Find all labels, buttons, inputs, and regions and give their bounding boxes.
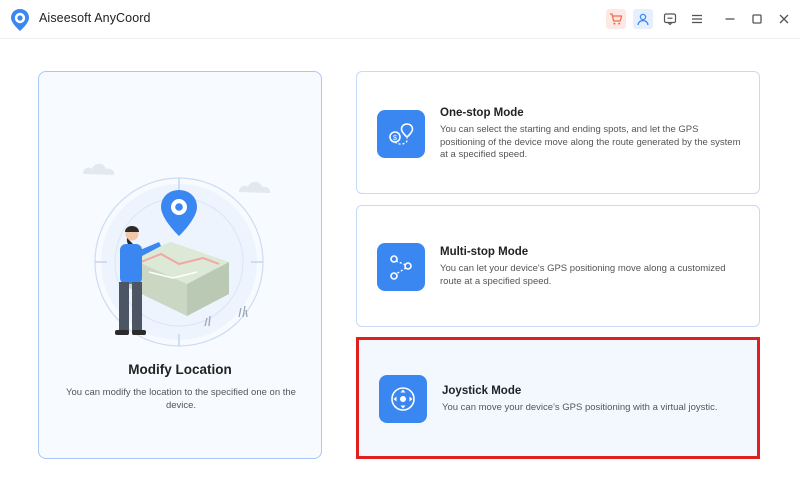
one-stop-mode-description: You can select the starting and ending s… (440, 124, 741, 160)
one-stop-mode-title: One-stop Mode (440, 107, 524, 119)
main-content: Modify Location You can modify the locat… (0, 39, 800, 500)
minimize-icon (725, 18, 735, 20)
user-icon (637, 13, 649, 26)
modify-location-card[interactable]: Modify Location You can modify the locat… (38, 71, 322, 459)
multi-stop-mode-description: You can let your device's GPS positionin… (440, 263, 726, 287)
modify-location-description: You can modify the location to the speci… (66, 387, 296, 411)
menu-icon (692, 14, 702, 24)
menu-button[interactable] (687, 9, 707, 29)
minimize-button[interactable] (720, 9, 740, 29)
joystick-mode-card[interactable]: Joystick Mode You can move your device's… (356, 337, 760, 459)
multi-stop-mode-title: Multi-stop Mode (440, 246, 529, 258)
cart-icon (610, 13, 623, 25)
modify-location-illustration-icon (79, 112, 279, 352)
close-icon (779, 14, 789, 24)
joystick-icon (379, 375, 427, 423)
maximize-button[interactable] (747, 9, 767, 29)
svg-text:$: $ (393, 135, 397, 142)
title-bar: Aiseesoft AnyCoord (0, 0, 800, 39)
joystick-mode-title: Joystick Mode (442, 385, 522, 397)
cart-button[interactable] (606, 9, 626, 29)
app-logo-icon (9, 8, 31, 32)
multi-stop-mode-card[interactable]: Multi-stop Mode You can let your device'… (356, 205, 760, 327)
maximize-icon (752, 14, 762, 24)
joystick-mode-description: You can move your device's GPS positioni… (442, 402, 718, 413)
one-stop-mode-card[interactable]: $ One-stop Mode You can select the start… (356, 71, 760, 194)
feedback-icon (663, 13, 677, 26)
one-stop-route-icon: $ (377, 110, 425, 158)
user-button[interactable] (633, 9, 653, 29)
feedback-button[interactable] (660, 9, 680, 29)
app-title: Aiseesoft AnyCoord (39, 11, 151, 25)
multi-stop-route-icon (377, 243, 425, 291)
close-button[interactable] (774, 9, 794, 29)
modify-location-title: Modify Location (128, 362, 232, 377)
